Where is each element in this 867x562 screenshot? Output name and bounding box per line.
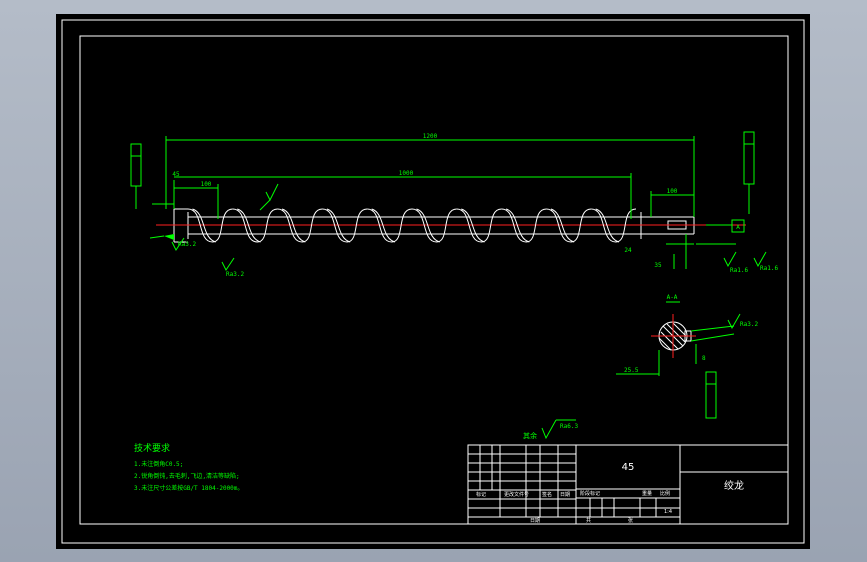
roughness-symbol-right2 <box>753 251 767 268</box>
dim-total-length: 1200 <box>423 133 438 140</box>
tb-sheet2: 张 <box>628 517 633 524</box>
dim-screw-length: 1000 <box>399 170 414 177</box>
inner-border <box>79 35 789 525</box>
dim-left-step: 100 <box>201 181 212 188</box>
tolerance-frame-left <box>130 143 142 209</box>
dim-pitch-mark: 45 <box>172 171 180 178</box>
section-dim-width: 8 <box>702 355 706 362</box>
section-roughness: Ra3.2 <box>740 321 758 328</box>
datum-right: A <box>736 224 740 231</box>
tolerance-frame-right <box>743 131 755 214</box>
roughness-left2: Ra3.2 <box>226 271 244 278</box>
roughness-left: Ra3.2 <box>178 241 196 248</box>
dim-right-small2: 35 <box>654 262 662 269</box>
roughness-symbol-right <box>723 251 737 268</box>
tb-date: 日期 <box>530 518 540 524</box>
dim-right-step: 100 <box>667 188 678 195</box>
section-label: A-A <box>667 294 678 301</box>
section-dims <box>616 313 741 419</box>
section-view <box>651 314 696 358</box>
dim-right-small: 24 <box>624 247 632 254</box>
roughness-right2: Ra1.6 <box>760 265 778 272</box>
tb-scale-label: 比例 <box>660 490 670 497</box>
tech-req-title: 技术要求 <box>134 442 170 454</box>
roughness-symbol-other <box>541 419 557 440</box>
tb-stage: 阶段标记 <box>580 490 600 497</box>
roughness-other-prefix: 其余 <box>523 431 537 440</box>
roughness-other: Ra6.3 <box>560 423 578 430</box>
title-material: 45 <box>622 462 635 473</box>
title-part-name: 绞龙 <box>724 479 744 492</box>
tb-header-date: 日期 <box>560 492 570 498</box>
tech-req-item-1: 1.未注倒角C0.5; <box>134 460 183 468</box>
drawing-canvas: 1200 1000 100 100 45 24 35 A Ra3.2 Ra3.2… <box>61 19 805 544</box>
tb-weight: 重量 <box>642 490 652 497</box>
roughness-symbol-mid-left <box>221 257 235 271</box>
tb-header-mark: 标记 <box>476 491 486 498</box>
datum-arrow-left <box>164 234 174 240</box>
drawing-viewport[interactable]: 1200 1000 100 100 45 24 35 A Ra3.2 Ra3.2… <box>56 14 810 549</box>
title-scale: 1:4 <box>664 509 672 515</box>
tech-req-item-3: 3.未注尺寸公差按GB/T 1804-2000m。 <box>134 484 243 492</box>
roughness-right: Ra1.6 <box>730 267 748 274</box>
tb-header-count: 更改文件号 <box>504 491 529 498</box>
tb-header-sign: 签名 <box>542 491 552 498</box>
roughness-symbol-top <box>259 183 279 211</box>
tb-sheet: 共 <box>586 517 591 524</box>
dimension-lines <box>152 136 736 269</box>
tech-req-item-2: 2.锐角倒钝,去毛刺,飞边,清洁等缺陷; <box>134 472 240 480</box>
section-dim-depth: 25.5 <box>624 367 639 374</box>
